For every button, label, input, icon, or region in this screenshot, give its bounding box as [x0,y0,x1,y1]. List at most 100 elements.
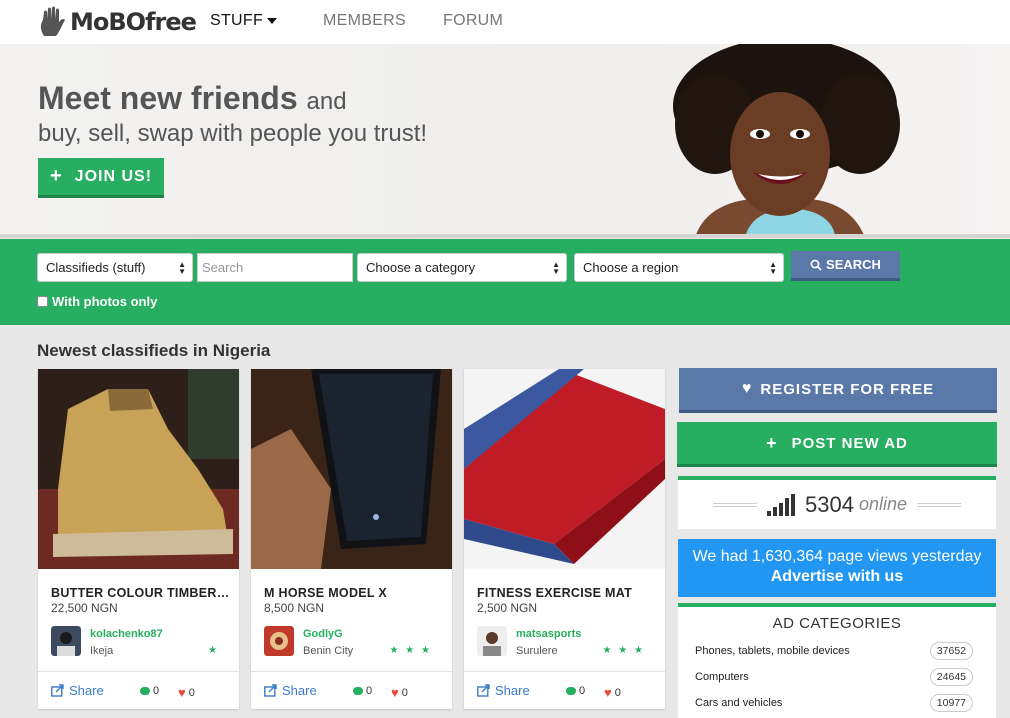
share-button[interactable]: Share [51,683,104,698]
category-item[interactable]: Computers 24645 [695,668,973,686]
nav-stuff-label: STUFF [210,12,264,29]
category-item[interactable]: Cars and vehicles 10977 [695,694,973,712]
select-arrows-icon: ▲ ▼ [769,260,777,276]
seller-city: Surulere [516,645,558,657]
card-divider [464,671,665,672]
hero-title-suffix: and [306,88,347,115]
share-button[interactable]: Share [477,683,530,698]
share-icon [51,684,64,697]
likes-count[interactable]: ♥ 0 [604,685,621,700]
hero-banner: Meet new friends and buy, sell, swap wit… [0,44,1010,238]
share-button[interactable]: Share [264,683,317,698]
online-users-box: 5304 online [678,476,996,529]
avatar[interactable] [264,626,294,656]
category-name: Cars and vehicles [695,697,783,709]
seller-name[interactable]: GodlyG [303,628,343,640]
comments-count[interactable]: 0 [140,685,159,697]
heart-icon: ♥ [391,685,399,700]
online-label: online [858,494,907,514]
listing-price: 2,500 NGN [477,601,538,615]
hero-title: Meet new friends and [38,80,347,117]
comments-value: 0 [579,685,586,697]
hero-woman-photo [673,44,900,238]
region-select[interactable]: Choose a region ▲ ▼ [574,253,784,282]
page-views-banner[interactable]: We had 1,630,364 page views yesterday Ad… [678,539,996,597]
advertise-link[interactable]: Advertise with us [678,568,996,586]
photos-only-label: With photos only [52,294,158,309]
category-item[interactable]: Phones, tablets, mobile devices 37652 [695,642,973,660]
register-label: REGISTER FOR FREE [760,380,935,398]
search-button-label: SEARCH [826,257,881,272]
listing-title[interactable]: FITNESS EXERCISE MAT [477,586,657,600]
card-divider [38,671,239,672]
comment-icon [566,687,576,695]
listing-card[interactable]: FITNESS EXERCISE MAT 2,500 NGN matsaspor… [464,369,665,709]
category-name: Computers [695,671,749,683]
comment-icon [140,687,150,695]
heart-icon: ♥ [178,685,186,700]
post-ad-button[interactable]: + POST NEW AD [677,422,997,467]
page-views-text: We had 1,630,364 page views yesterday [692,548,982,565]
avatar[interactable] [51,626,81,656]
rating-stars: ★ [208,645,219,656]
comments-count[interactable]: 0 [353,685,372,697]
select-arrows-icon: ▲ ▼ [178,260,186,276]
nav-stuff[interactable]: STUFF [210,12,278,30]
seller-city: Ikeja [90,645,114,657]
listing-type-select[interactable]: Classifieds (stuff) ▲ ▼ [37,253,193,282]
listing-title[interactable]: BUTTER COLOUR TIMBERLAND [51,586,231,600]
rating-stars: ★ ★ ★ [602,645,645,656]
listing-title[interactable]: M HORSE MODEL X [264,586,444,600]
likes-count[interactable]: ♥ 0 [391,685,408,700]
photos-only-checkbox[interactable] [37,296,48,307]
search-button[interactable]: SEARCH [791,251,900,281]
listing-photo [38,369,239,569]
hero-divider [0,234,1010,238]
nav-members[interactable]: MEMBERS [323,12,406,30]
photos-only-option[interactable]: With photos only [37,294,157,309]
decorative-divider [713,502,757,507]
likes-value: 0 [614,686,621,699]
listing-card[interactable]: BUTTER COLOUR TIMBERLAND 22,500 NGN kola… [38,369,239,709]
search-bar: Classifieds (stuff) ▲ ▼ Search Choose a ca… [0,239,1010,325]
search-input[interactable]: Search [197,253,353,282]
online-count: 5304 [805,491,854,517]
category-name: Phones, tablets, mobile devices [695,645,850,657]
listing-price: 8,500 NGN [264,601,325,615]
plus-icon: + [766,432,778,453]
category-count: 24645 [929,668,973,686]
ad-categories-box: AD CATEGORIES Phones, tablets, mobile de… [678,603,996,718]
share-label: Share [69,683,104,698]
rating-stars: ★ ★ ★ [389,645,432,656]
share-label: Share [282,683,317,698]
hand-logo-icon [40,6,65,36]
seller-name[interactable]: kolachenko87 [90,628,163,640]
share-label: Share [495,683,530,698]
signal-bars-icon [767,493,797,516]
select-arrows-icon: ▲ ▼ [552,260,560,276]
likes-count[interactable]: ♥ 0 [178,685,195,700]
comments-count[interactable]: 0 [566,685,585,697]
site-logo[interactable]: MoBOfree [38,4,197,40]
share-icon [477,684,490,697]
nav-forum[interactable]: FORUM [443,12,503,30]
listing-card[interactable]: M HORSE MODEL X 8,500 NGN GodlyG Benin C… [251,369,452,709]
listing-type-value: Classifieds (stuff) [46,260,146,275]
category-select[interactable]: Choose a category ▲ ▼ [357,253,567,282]
avatar[interactable] [477,626,507,656]
join-button[interactable]: + JOIN US! [38,158,164,198]
section-title: Newest classifieds in Nigeria [37,341,271,360]
listing-photo [251,369,452,569]
listing-photo [464,369,665,569]
decorative-divider [917,502,961,507]
ad-categories-title: AD CATEGORIES [772,615,902,632]
register-button[interactable]: ♥ REGISTER FOR FREE [679,368,997,413]
post-ad-label: POST NEW AD [791,434,908,452]
logo-wordmark: MoBOfree [70,8,197,36]
hero-title-main: Meet new friends [38,80,298,116]
hero-subtitle: buy, sell, swap with people you trust! [38,120,428,147]
seller-name[interactable]: matsasports [516,628,581,640]
category-count: 37652 [929,642,973,660]
comments-value: 0 [153,685,160,697]
seller-city: Benin City [303,645,354,657]
